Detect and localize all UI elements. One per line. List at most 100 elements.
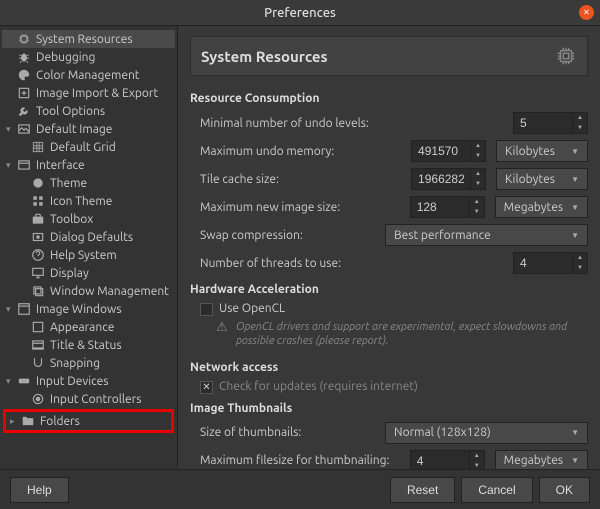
updates-checkbox[interactable]: ✕ <box>200 381 213 394</box>
thumb-max-unit-combo[interactable]: Megabytes▼ <box>495 450 588 469</box>
reset-button[interactable]: Reset <box>390 477 455 503</box>
sidebar-item-appearance[interactable]: Appearance <box>2 318 175 336</box>
theme-icon <box>30 176 46 190</box>
sidebar-item-image-import-export[interactable]: Image Import & Export <box>2 84 175 102</box>
section-thumb: Image Thumbnails <box>190 402 588 415</box>
newimg-unit-combo[interactable]: Megabytes▼ <box>495 196 588 218</box>
sidebar-item-label: Color Management <box>36 69 140 82</box>
sidebar-item-image-windows[interactable]: ▾ Image Windows <box>2 300 175 318</box>
collapse-icon[interactable]: ▾ <box>6 376 16 387</box>
sidebar-item-toolbox[interactable]: Toolbox <box>2 210 175 228</box>
sidebar-item-label: Default Grid <box>50 141 116 154</box>
sidebar-item-help-system[interactable]: Help System <box>2 246 175 264</box>
sidebar-item-label: Folders <box>40 415 80 428</box>
sidebar-item-default-image[interactable]: ▾ Default Image <box>2 120 175 138</box>
chevron-down-icon: ▼ <box>571 428 579 437</box>
cpu-icon <box>555 45 577 67</box>
sidebar-item-label: Theme <box>50 177 87 190</box>
sidebar-item-theme[interactable]: Theme <box>2 174 175 192</box>
sidebar-item-window-management[interactable]: Window Management <box>2 282 175 300</box>
import-icon <box>16 86 32 100</box>
chevron-down-icon: ▼ <box>571 203 579 212</box>
sidebar-item-interface[interactable]: ▾Interface <box>2 156 175 174</box>
window-icon <box>30 284 46 298</box>
thumb-max-spinner[interactable]: ▲▼ <box>410 450 485 469</box>
sidebar-item-label: Image Import & Export <box>36 87 158 100</box>
sidebar-item-label: Input Controllers <box>50 393 141 406</box>
sidebar-item-input-controllers[interactable]: Input Controllers <box>2 390 175 408</box>
sidebar-item-snapping[interactable]: Snapping <box>2 354 175 372</box>
newimg-label: Maximum new image size: <box>190 201 410 214</box>
ok-button[interactable]: OK <box>539 477 590 503</box>
sidebar-item-label: System Resources <box>36 33 133 46</box>
cpu-icon <box>16 32 32 46</box>
warning-icon: ⚠ <box>216 320 230 335</box>
sidebar-item-label: Input Devices <box>36 375 109 388</box>
collapse-icon[interactable]: ▾ <box>6 124 16 135</box>
sidebar-item-label: Image Windows <box>36 303 122 316</box>
tile-spinner[interactable]: ▲▼ <box>411 168 486 190</box>
threads-label: Number of threads to use: <box>190 257 513 270</box>
swap-label: Swap compression: <box>190 229 385 242</box>
toolbox-icon <box>30 212 46 226</box>
thumb-max-label: Maximum filesize for thumbnailing: <box>190 454 410 467</box>
thumb-size-label: Size of thumbnails: <box>190 426 385 439</box>
undo-mem-label: Maximum undo memory: <box>190 145 411 158</box>
sidebar-item-label: Dialog Defaults <box>50 231 133 244</box>
threads-spinner[interactable]: ▲▼ <box>513 252 588 274</box>
collapse-icon[interactable]: ▾ <box>6 160 16 171</box>
chevron-down-icon: ▼ <box>571 231 579 240</box>
help-icon <box>30 248 46 262</box>
undo-mem-spinner[interactable]: ▲▼ <box>411 140 486 162</box>
help-button[interactable]: Help <box>10 477 69 503</box>
title-icon <box>30 338 46 352</box>
tool-icon <box>16 104 32 118</box>
section-net: Network access <box>190 361 588 374</box>
swap-combo[interactable]: Best performance▼ <box>385 224 588 246</box>
sidebar-item-label: Display <box>50 267 89 280</box>
appearance-icon <box>30 320 46 334</box>
opencl-checkbox[interactable] <box>200 303 213 316</box>
sidebar-item-title-status[interactable]: Title & Status <box>2 336 175 354</box>
chevron-down-icon: ▼ <box>571 147 579 156</box>
sidebar-item-label: Icon Theme <box>50 195 112 208</box>
image-icon <box>16 122 32 136</box>
sidebar-item-label: Window Management <box>50 285 169 298</box>
icons-icon <box>30 194 46 208</box>
expand-icon[interactable]: ▸ <box>10 416 20 427</box>
undo-mem-unit-combo[interactable]: Kilobytes▼ <box>496 140 588 162</box>
sidebar-item-input-devices[interactable]: ▾ Input Devices <box>2 372 175 390</box>
chevron-down-icon: ▼ <box>571 456 579 465</box>
thumb-size-combo[interactable]: Normal (128x128)▼ <box>385 422 588 444</box>
sidebar-item-color-management[interactable]: Color Management <box>2 66 175 84</box>
sidebar-item-system-resources[interactable]: System Resources <box>2 30 175 48</box>
titlebar: Preferences ✕ <box>0 0 600 26</box>
sidebar-item-label: Debugging <box>36 51 95 64</box>
page-title: System Resources <box>201 48 328 65</box>
undo-levels-spinner[interactable]: ▲▼ <box>513 112 588 134</box>
sidebar-item-tool-options[interactable]: Tool Options <box>2 102 175 120</box>
folder-icon <box>20 414 36 428</box>
sidebar-item-label: Title & Status <box>50 339 122 352</box>
sidebar-item-debugging[interactable]: Debugging <box>2 48 175 66</box>
sidebar-item-label: Toolbox <box>50 213 93 226</box>
sidebar-item-label: Default Image <box>36 123 112 136</box>
snap-icon <box>30 356 46 370</box>
tile-label: Tile cache size: <box>190 173 411 186</box>
dialog-icon <box>30 230 46 244</box>
tile-unit-combo[interactable]: Kilobytes▼ <box>496 168 588 190</box>
sidebar-item-folders[interactable]: ▸ Folders <box>6 412 171 430</box>
footer: Help Reset Cancel OK <box>0 469 600 509</box>
window-title: Preferences <box>264 6 336 20</box>
close-icon[interactable]: ✕ <box>579 5 594 20</box>
newimg-spinner[interactable]: ▲▼ <box>410 196 485 218</box>
sidebar-item-dialog-defaults[interactable]: Dialog Defaults <box>2 228 175 246</box>
controller-icon <box>30 392 46 406</box>
sidebar-item-display[interactable]: Display <box>2 264 175 282</box>
sidebar-item-icon-theme[interactable]: Icon Theme <box>2 192 175 210</box>
input-icon <box>16 374 32 388</box>
content-header: System Resources <box>190 36 588 76</box>
cancel-button[interactable]: Cancel <box>461 477 532 503</box>
collapse-icon[interactable]: ▾ <box>6 304 16 315</box>
sidebar-item-default-grid[interactable]: Default Grid <box>2 138 175 156</box>
